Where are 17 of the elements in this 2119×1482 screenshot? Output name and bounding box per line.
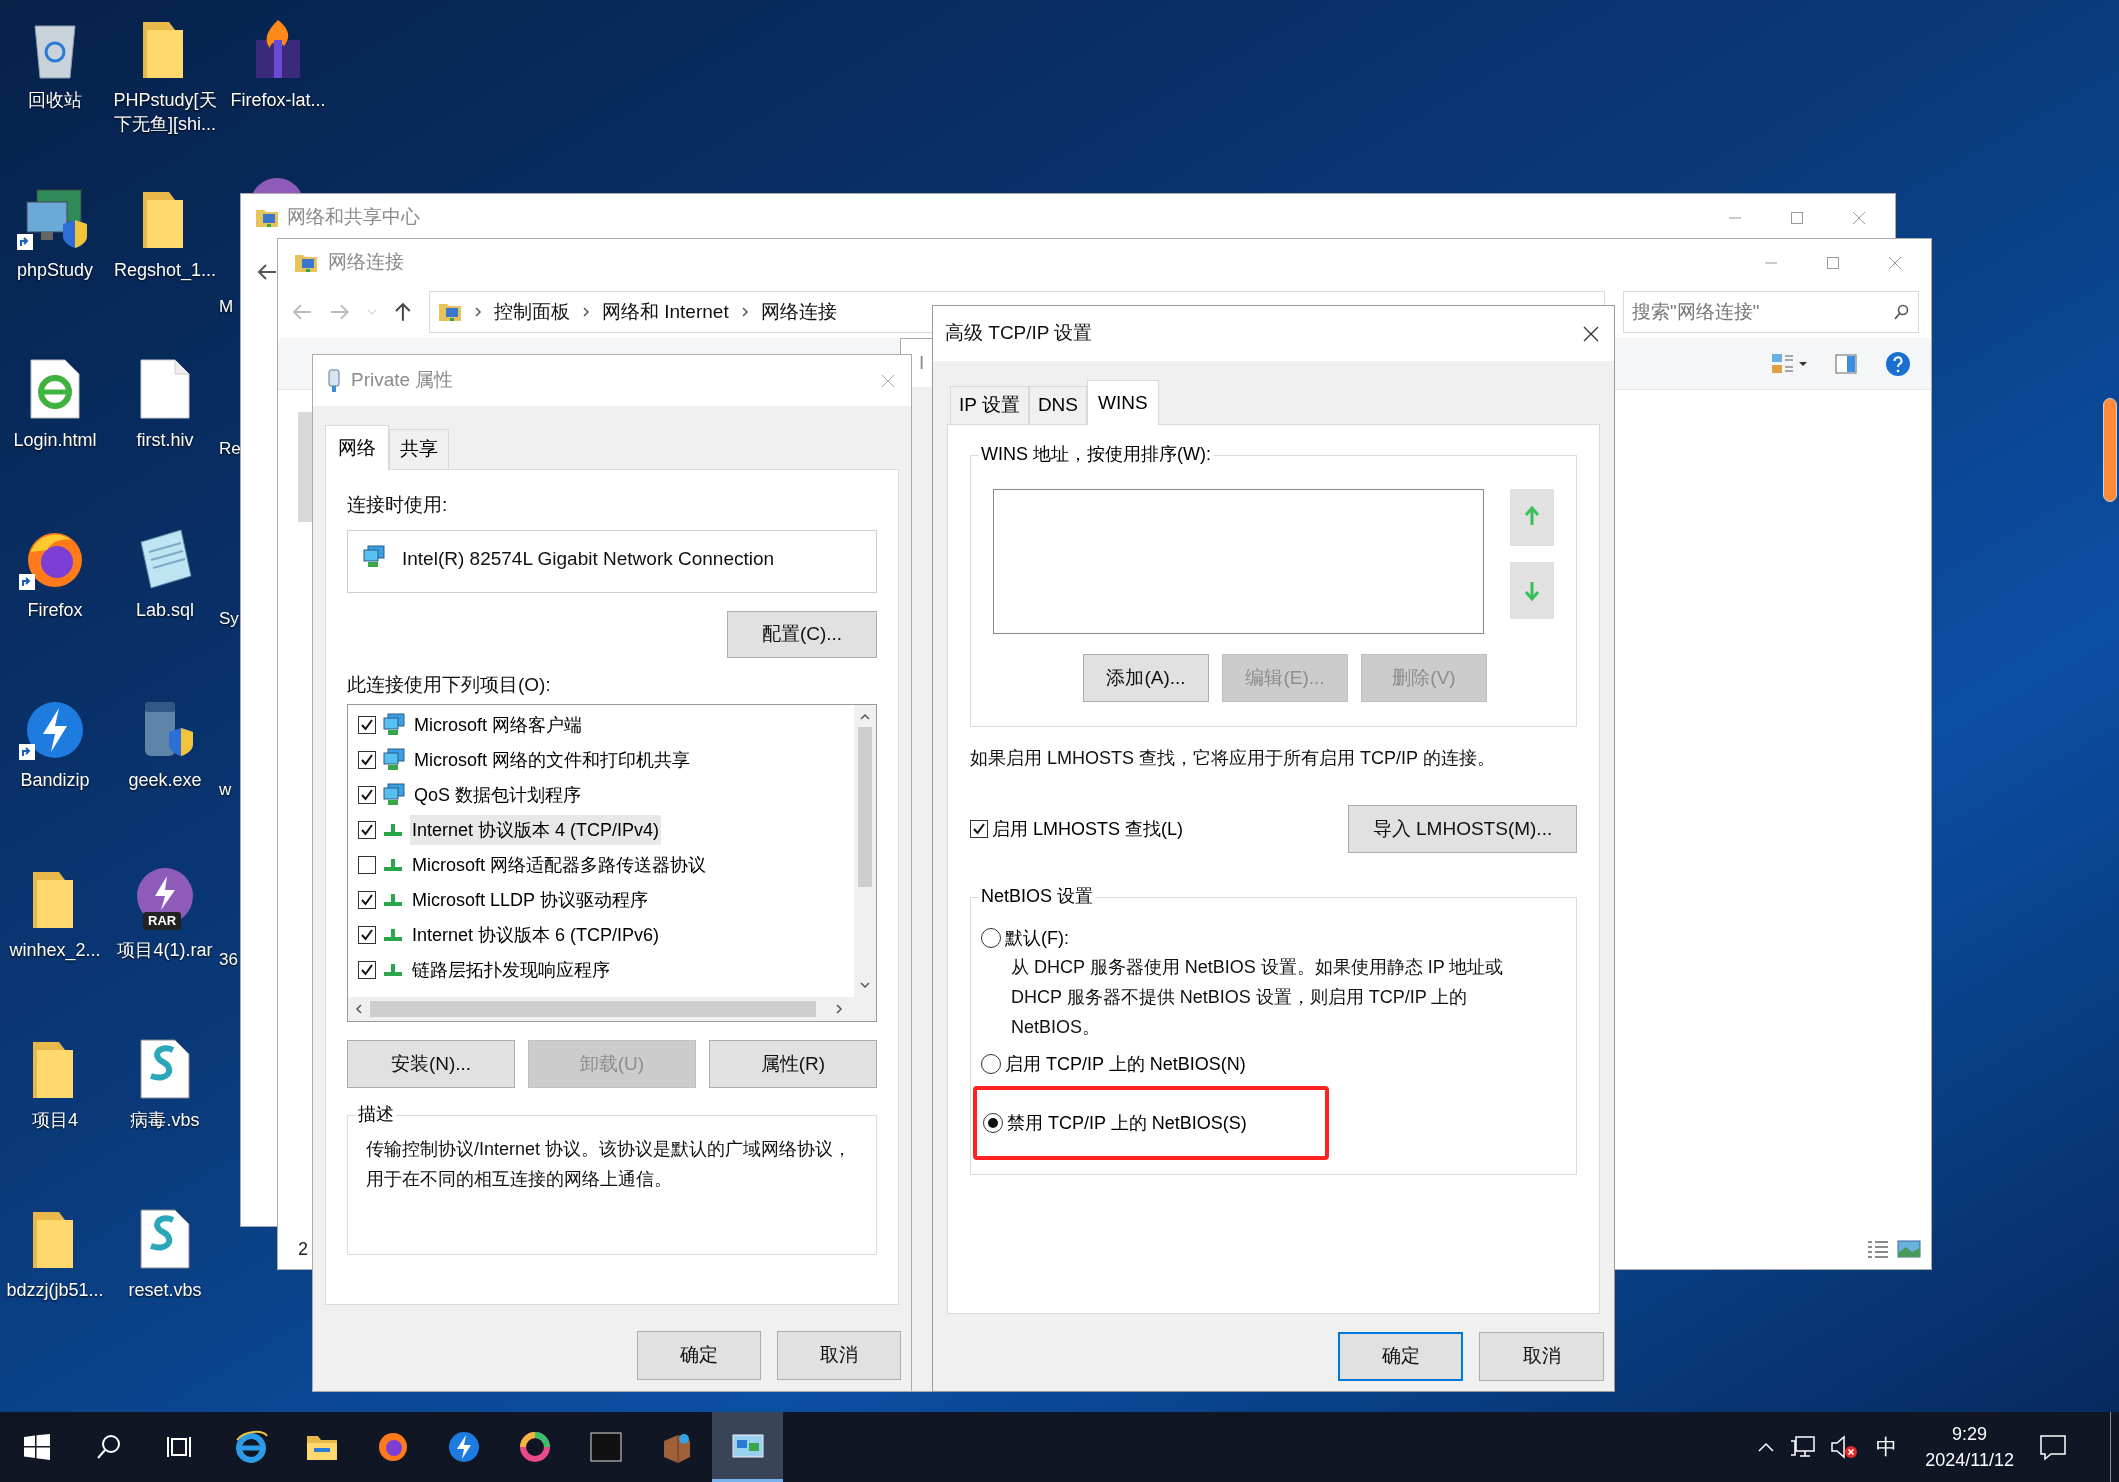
clock-time: 9:29: [1952, 1423, 1988, 1446]
window-title: 高级 TCP/IP 设置: [945, 321, 1093, 346]
clock-date: 2024/11/12: [1925, 1449, 2014, 1472]
status-item-count: 2: [298, 1237, 308, 1261]
window-title: I: [919, 350, 925, 375]
option-description: 从 DHCP 服务器使用 NetBIOS 设置。如果使用静态 IP 地址或 DHCP 服务器不提供 NetBIOS 设置，则启用 TCP/IP 上的 NetBIOS。: [1010, 956, 1505, 1039]
archive-badge: RAR: [143, 912, 182, 930]
lmhosts-note: 如果启用 LMHOSTS 查找，它将应用于所有启用 TCP/IP 的连接。: [970, 747, 1496, 770]
group-label: WINS 地址，按使用排序(W):: [979, 442, 1213, 466]
description-text: 传输控制协议/Internet 协议。该协议是默认的广域网络协议，用于在不同的相互连接的网络上通信。: [366, 1138, 853, 1191]
field-label: 连接时使用:: [347, 493, 449, 517]
window-title: 网络连接: [328, 250, 404, 275]
adapter-name: Intel(R) 82574L Gigabit Network Connection: [402, 547, 775, 571]
field-label: 此连接使用下列项目(O):: [347, 673, 552, 697]
window-title: 网络和共享中心: [287, 205, 420, 230]
group-label: 描述: [356, 1102, 396, 1126]
window-title: Private 属性: [351, 368, 454, 393]
